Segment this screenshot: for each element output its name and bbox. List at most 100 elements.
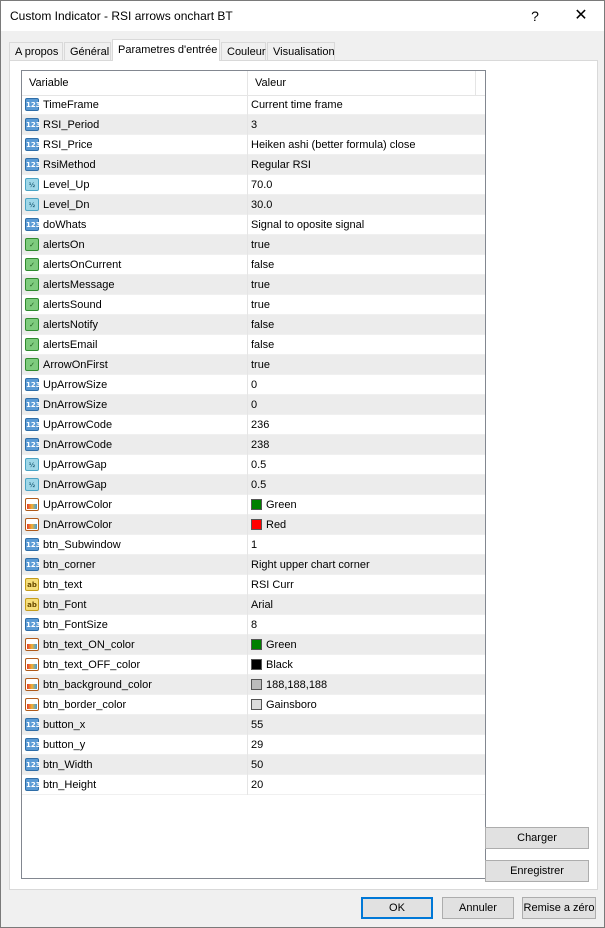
parameter-value[interactable]: true xyxy=(251,239,270,251)
parameter-name: doWhats xyxy=(43,219,87,231)
table-row[interactable]: ✓ alertsEmail false xyxy=(22,335,485,355)
parameter-value[interactable]: 238 xyxy=(251,439,269,451)
color-swatch xyxy=(251,659,262,670)
table-row[interactable]: ✓ alertsNotify false xyxy=(22,315,485,335)
color-type-icon xyxy=(25,638,39,651)
table-row[interactable]: btn_text_ON_color Green xyxy=(22,635,485,655)
table-row[interactable]: 123 doWhats Signal to oposite signal xyxy=(22,215,485,235)
parameter-value[interactable]: 20 xyxy=(251,779,263,791)
table-row[interactable]: ✓ alertsMessage true xyxy=(22,275,485,295)
table-row[interactable]: btn_text_OFF_color Black xyxy=(22,655,485,675)
table-row[interactable]: ½ DnArrowGap 0.5 xyxy=(22,475,485,495)
color-swatch xyxy=(251,639,262,650)
tab-couleur[interactable]: Couleur xyxy=(221,42,266,60)
parameter-name: btn_Subwindow xyxy=(43,539,121,551)
table-row[interactable]: DnArrowColor Red xyxy=(22,515,485,535)
table-row[interactable]: 123 RsiMethod Regular RSI xyxy=(22,155,485,175)
close-button[interactable]: ✕ xyxy=(558,1,604,31)
parameter-value[interactable]: 50 xyxy=(251,759,263,771)
parameter-value[interactable]: true xyxy=(251,359,270,371)
parameter-name: Level_Up xyxy=(43,179,90,191)
boolean-type-icon: ✓ xyxy=(25,278,39,291)
parameter-value[interactable]: 29 xyxy=(251,739,263,751)
table-row[interactable]: ½ Level_Dn 30.0 xyxy=(22,195,485,215)
table-row[interactable]: ab btn_Font Arial xyxy=(22,595,485,615)
save-button[interactable]: Enregistrer xyxy=(485,860,589,882)
parameter-name: btn_Font xyxy=(43,599,87,611)
column-divider xyxy=(247,115,248,135)
parameter-value[interactable]: false xyxy=(251,339,274,351)
table-row[interactable]: 123 btn_corner Right upper chart corner xyxy=(22,555,485,575)
table-row[interactable]: 123 btn_Width 50 xyxy=(22,755,485,775)
table-row[interactable]: ab btn_text RSI Curr xyxy=(22,575,485,595)
parameter-value[interactable]: Right upper chart corner xyxy=(251,559,370,571)
parameter-value[interactable]: 70.0 xyxy=(251,179,272,191)
reset-button[interactable]: Remise a zéro xyxy=(522,897,596,919)
column-header-variable[interactable]: Variable xyxy=(29,77,69,89)
parameter-value[interactable]: Arial xyxy=(251,599,273,611)
column-header-value[interactable]: Valeur xyxy=(255,77,286,89)
table-row[interactable]: 123 DnArrowCode 238 xyxy=(22,435,485,455)
parameter-value[interactable]: Regular RSI xyxy=(251,159,311,171)
table-row[interactable]: btn_border_color Gainsboro xyxy=(22,695,485,715)
integer-type-icon: 123 xyxy=(25,778,41,791)
parameter-value[interactable]: 1 xyxy=(251,539,257,551)
table-row[interactable]: 123 DnArrowSize 0 xyxy=(22,395,485,415)
parameter-value[interactable]: Black xyxy=(251,659,293,671)
parameter-value[interactable]: true xyxy=(251,279,270,291)
parameter-value[interactable]: Green xyxy=(251,499,297,511)
table-row[interactable]: 123 btn_Subwindow 1 xyxy=(22,535,485,555)
parameter-value[interactable]: 0 xyxy=(251,399,257,411)
table-row[interactable]: 123 UpArrowCode 236 xyxy=(22,415,485,435)
table-row[interactable]: ✓ alertsOnCurrent false xyxy=(22,255,485,275)
load-button[interactable]: Charger xyxy=(485,827,589,849)
table-row[interactable]: ½ Level_Up 70.0 xyxy=(22,175,485,195)
parameter-value[interactable]: 0.5 xyxy=(251,479,266,491)
parameter-value[interactable]: 8 xyxy=(251,619,257,631)
table-row[interactable]: 123 btn_Height 20 xyxy=(22,775,485,795)
parameter-value[interactable]: 0.5 xyxy=(251,459,266,471)
integer-type-icon: 123 xyxy=(25,558,41,571)
parameter-value[interactable]: 0 xyxy=(251,379,257,391)
tab-parametres-entree[interactable]: Parametres d'entrée xyxy=(112,39,220,61)
table-row[interactable]: ✓ alertsOn true xyxy=(22,235,485,255)
parameter-value[interactable]: 236 xyxy=(251,419,269,431)
boolean-type-icon: ✓ xyxy=(25,318,39,331)
table-row[interactable]: ✓ alertsSound true xyxy=(22,295,485,315)
column-divider[interactable] xyxy=(475,71,476,95)
parameter-value[interactable]: Red xyxy=(251,519,286,531)
column-divider[interactable] xyxy=(247,71,248,95)
parameter-value[interactable]: Gainsboro xyxy=(251,699,317,711)
parameter-value[interactable]: Current time frame xyxy=(251,99,343,111)
table-row[interactable]: btn_background_color 188,188,188 xyxy=(22,675,485,695)
parameter-value[interactable]: RSI Curr xyxy=(251,579,294,591)
table-row[interactable]: 123 button_y 29 xyxy=(22,735,485,755)
table-row[interactable]: 123 UpArrowSize 0 xyxy=(22,375,485,395)
parameter-value[interactable]: 3 xyxy=(251,119,257,131)
tab-visualisation[interactable]: Visualisation xyxy=(267,42,335,60)
tab-a-propos[interactable]: A propos xyxy=(9,42,63,60)
parameter-value[interactable]: 188,188,188 xyxy=(251,679,327,691)
tab-general[interactable]: Général xyxy=(64,42,111,60)
parameter-value[interactable]: Heiken ashi (better formula) close xyxy=(251,139,415,151)
parameter-value[interactable]: Signal to oposite signal xyxy=(251,219,364,231)
table-row[interactable]: 123 button_x 55 xyxy=(22,715,485,735)
table-row[interactable]: ✓ ArrowOnFirst true xyxy=(22,355,485,375)
parameter-value[interactable]: 30.0 xyxy=(251,199,272,211)
parameter-value[interactable]: Green xyxy=(251,639,297,651)
color-swatch xyxy=(251,519,262,530)
parameter-value-text: true xyxy=(251,279,270,291)
help-button[interactable]: ? xyxy=(512,1,558,31)
table-row[interactable]: ½ UpArrowGap 0.5 xyxy=(22,455,485,475)
cancel-button[interactable]: Annuler xyxy=(442,897,514,919)
table-row[interactable]: 123 RSI_Period 3 xyxy=(22,115,485,135)
table-row[interactable]: 123 RSI_Price Heiken ashi (better formula)… xyxy=(22,135,485,155)
table-row[interactable]: 123 btn_FontSize 8 xyxy=(22,615,485,635)
table-row[interactable]: UpArrowColor Green xyxy=(22,495,485,515)
parameter-value[interactable]: true xyxy=(251,299,270,311)
ok-button[interactable]: OK xyxy=(361,897,433,919)
table-row[interactable]: 123 TimeFrame Current time frame xyxy=(22,95,485,115)
parameter-value[interactable]: false xyxy=(251,319,274,331)
parameter-value[interactable]: 55 xyxy=(251,719,263,731)
parameter-value[interactable]: false xyxy=(251,259,274,271)
